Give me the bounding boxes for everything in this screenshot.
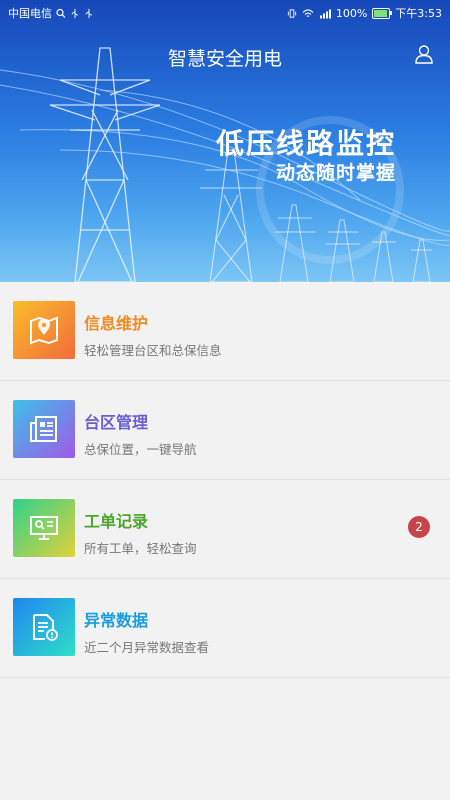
alert-file-icon — [13, 598, 75, 656]
menu-item-title: 台区管理 — [84, 413, 149, 432]
menu-item-work-orders[interactable]: 工单记录 所有工单，轻松查询 2 — [0, 480, 450, 579]
app-title: 智慧安全用电 — [167, 48, 282, 70]
menu-list: 信息维护 轻松管理台区和总保信息 台区管理 总保位置，一键导航 工单记录 所有工… — [0, 282, 450, 678]
user-icon[interactable] — [414, 44, 434, 64]
menu-item-desc: 近二个月异常数据查看 — [84, 640, 210, 655]
carrier-label: 中国电信 — [8, 7, 52, 20]
search-icon — [56, 8, 66, 18]
menu-item-title: 异常数据 — [84, 611, 149, 630]
menu-item-desc: 总保位置，一键导航 — [84, 442, 197, 457]
banner-slogan-sub: 动态随时掌握 — [275, 162, 396, 184]
usb-icon — [71, 8, 79, 18]
menu-item-abnormal-data[interactable]: 异常数据 近二个月异常数据查看 — [0, 579, 450, 678]
signal-icon — [319, 9, 331, 18]
status-bar: 中国电信 100% 下午3:53 — [0, 0, 450, 24]
header-banner: 中国电信 100% 下午3:53 智慧安全用电 低压线路监控 动态随时掌握 — [0, 0, 450, 282]
vibrate-icon — [287, 8, 296, 18]
map-pin-icon — [13, 301, 75, 359]
document-icon — [13, 400, 75, 458]
menu-item-desc: 所有工单，轻松查询 — [84, 541, 197, 556]
clock: 下午3:53 — [395, 7, 442, 20]
menu-item-title: 工单记录 — [84, 512, 149, 531]
notification-badge: 2 — [408, 516, 430, 538]
battery-percent: 100% — [335, 6, 368, 20]
menu-item-area-management[interactable]: 台区管理 总保位置，一键导航 — [0, 381, 450, 480]
battery-icon — [372, 7, 393, 19]
banner-slogan-main: 低压线路监控 — [215, 127, 396, 160]
menu-item-info-maintenance[interactable]: 信息维护 轻松管理台区和总保信息 — [0, 282, 450, 381]
usb-debug-icon — [85, 8, 93, 18]
monitor-icon — [13, 499, 75, 557]
menu-item-title: 信息维护 — [84, 314, 149, 333]
wifi-icon — [302, 8, 314, 17]
menu-item-desc: 轻松管理台区和总保信息 — [84, 343, 222, 358]
